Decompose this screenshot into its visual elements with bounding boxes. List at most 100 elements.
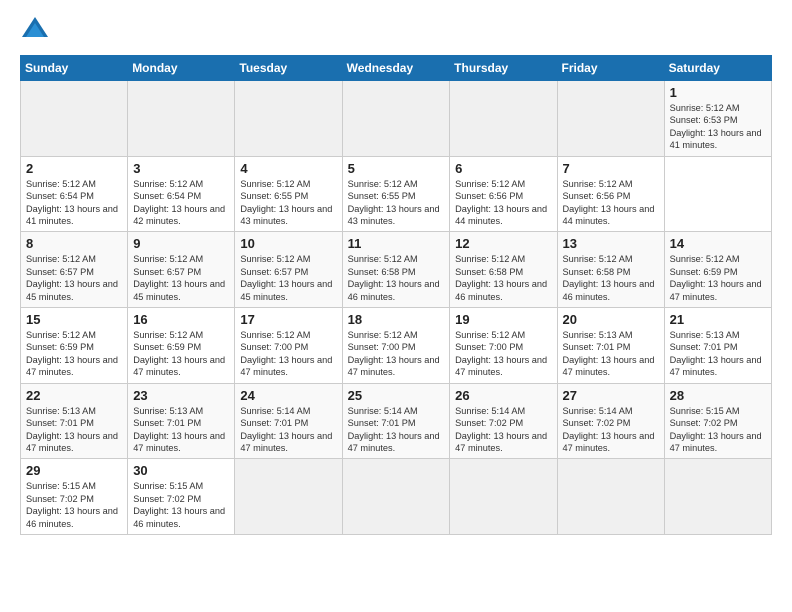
day-header-sunday: Sunday	[21, 56, 128, 81]
day-header-thursday: Thursday	[450, 56, 557, 81]
calendar-cell	[235, 459, 342, 535]
calendar-cell: 11 Sunrise: 5:12 AMSunset: 6:58 PMDayligh…	[342, 232, 450, 308]
calendar-cell: 29 Sunrise: 5:15 AMSunset: 7:02 PMDayligh…	[21, 459, 128, 535]
day-number: 2	[26, 161, 122, 176]
day-info: Sunrise: 5:15 AMSunset: 7:02 PMDaylight:…	[26, 480, 122, 530]
calendar-page: SundayMondayTuesdayWednesdayThursdayFrid…	[0, 0, 792, 612]
day-number: 8	[26, 236, 122, 251]
day-info: Sunrise: 5:13 AMSunset: 7:01 PMDaylight:…	[563, 329, 659, 379]
calendar-cell: 5Sunrise: 5:12 AMSunset: 6:55 PMDaylight…	[342, 156, 450, 232]
day-number: 11	[348, 236, 445, 251]
day-info: Sunrise: 5:12 AMSunset: 6:57 PMDaylight:…	[240, 253, 336, 303]
calendar-week-row: 29 Sunrise: 5:15 AMSunset: 7:02 PMDayligh…	[21, 459, 772, 535]
day-number: 29	[26, 463, 122, 478]
day-number: 5	[348, 161, 445, 176]
empty-cell	[21, 81, 128, 157]
calendar-cell: 6Sunrise: 5:12 AMSunset: 6:56 PMDaylight…	[450, 156, 557, 232]
day-info: Sunrise: 5:13 AMSunset: 7:01 PMDaylight:…	[670, 329, 766, 379]
calendar-cell	[450, 459, 557, 535]
day-info: Sunrise: 5:12 AMSunset: 6:58 PMDaylight:…	[455, 253, 551, 303]
day-number: 7	[563, 161, 659, 176]
empty-cell	[235, 81, 342, 157]
calendar-cell: 13 Sunrise: 5:12 AMSunset: 6:58 PMDayligh…	[557, 232, 664, 308]
calendar-cell: 25 Sunrise: 5:14 AMSunset: 7:01 PMDayligh…	[342, 383, 450, 459]
calendar-cell	[664, 459, 771, 535]
day-info: Sunrise: 5:12 AMSunset: 6:54 PMDaylight:…	[26, 178, 122, 228]
day-header-monday: Monday	[128, 56, 235, 81]
day-info: Sunrise: 5:12 AMSunset: 6:59 PMDaylight:…	[670, 253, 766, 303]
day-number: 24	[240, 388, 336, 403]
empty-cell	[342, 81, 450, 157]
day-number: 14	[670, 236, 766, 251]
calendar-week-row: 22Sunrise: 5:13 AMSunset: 7:01 PMDayligh…	[21, 383, 772, 459]
day-number: 19	[455, 312, 551, 327]
day-header-saturday: Saturday	[664, 56, 771, 81]
day-number: 12	[455, 236, 551, 251]
day-info: Sunrise: 5:14 AMSunset: 7:02 PMDaylight:…	[455, 405, 551, 455]
empty-cell	[450, 81, 557, 157]
day-info: Sunrise: 5:12 AMSunset: 6:56 PMDaylight:…	[455, 178, 551, 228]
day-info: Sunrise: 5:12 AMSunset: 6:58 PMDaylight:…	[563, 253, 659, 303]
calendar-cell: 9Sunrise: 5:12 AMSunset: 6:57 PMDaylight…	[128, 232, 235, 308]
day-number: 27	[563, 388, 659, 403]
day-number: 10	[240, 236, 336, 251]
day-number: 30	[133, 463, 229, 478]
day-info: Sunrise: 5:12 AMSunset: 6:55 PMDaylight:…	[240, 178, 336, 228]
logo	[20, 15, 54, 45]
calendar-week-row: 15 Sunrise: 5:12 AMSunset: 6:59 PMDayligh…	[21, 308, 772, 384]
calendar-cell: 27 Sunrise: 5:14 AMSunset: 7:02 PMDayligh…	[557, 383, 664, 459]
day-info: Sunrise: 5:12 AMSunset: 7:00 PMDaylight:…	[348, 329, 445, 379]
day-number: 13	[563, 236, 659, 251]
calendar-table: SundayMondayTuesdayWednesdayThursdayFrid…	[20, 55, 772, 535]
calendar-week-row: 1 Sunrise: 5:12 AMSunset: 6:53 PMDaylight…	[21, 81, 772, 157]
day-header-wednesday: Wednesday	[342, 56, 450, 81]
calendar-cell: 20 Sunrise: 5:13 AMSunset: 7:01 PMDayligh…	[557, 308, 664, 384]
calendar-cell: 12 Sunrise: 5:12 AMSunset: 6:58 PMDayligh…	[450, 232, 557, 308]
day-info: Sunrise: 5:14 AMSunset: 7:02 PMDaylight:…	[563, 405, 659, 455]
calendar-cell: 21Sunrise: 5:13 AMSunset: 7:01 PMDayligh…	[664, 308, 771, 384]
day-info: Sunrise: 5:12 AMSunset: 6:59 PMDaylight:…	[26, 329, 122, 379]
day-info: Sunrise: 5:12 AMSunset: 6:57 PMDaylight:…	[26, 253, 122, 303]
calendar-cell: 18 Sunrise: 5:12 AMSunset: 7:00 PMDayligh…	[342, 308, 450, 384]
day-info: Sunrise: 5:12 AMSunset: 6:58 PMDaylight:…	[348, 253, 445, 303]
calendar-cell: 26Sunrise: 5:14 AMSunset: 7:02 PMDayligh…	[450, 383, 557, 459]
day-number: 25	[348, 388, 445, 403]
day-number: 1	[670, 85, 766, 100]
calendar-cell: 30 Sunrise: 5:15 AMSunset: 7:02 PMDayligh…	[128, 459, 235, 535]
day-number: 20	[563, 312, 659, 327]
calendar-cell: 1 Sunrise: 5:12 AMSunset: 6:53 PMDaylight…	[664, 81, 771, 157]
day-info: Sunrise: 5:12 AMSunset: 7:00 PMDaylight:…	[455, 329, 551, 379]
day-info: Sunrise: 5:12 AMSunset: 7:00 PMDaylight:…	[240, 329, 336, 379]
day-number: 15	[26, 312, 122, 327]
day-info: Sunrise: 5:13 AMSunset: 7:01 PMDaylight:…	[26, 405, 122, 455]
header	[20, 15, 772, 45]
calendar-cell	[557, 459, 664, 535]
day-info: Sunrise: 5:12 AMSunset: 6:54 PMDaylight:…	[133, 178, 229, 228]
calendar-cell: 19 Sunrise: 5:12 AMSunset: 7:00 PMDayligh…	[450, 308, 557, 384]
day-header-friday: Friday	[557, 56, 664, 81]
day-number: 23	[133, 388, 229, 403]
calendar-header-row: SundayMondayTuesdayWednesdayThursdayFrid…	[21, 56, 772, 81]
empty-cell	[557, 81, 664, 157]
day-number: 9	[133, 236, 229, 251]
calendar-cell: 16 Sunrise: 5:12 AMSunset: 6:59 PMDayligh…	[128, 308, 235, 384]
day-header-tuesday: Tuesday	[235, 56, 342, 81]
day-number: 16	[133, 312, 229, 327]
day-number: 4	[240, 161, 336, 176]
calendar-cell: 4 Sunrise: 5:12 AMSunset: 6:55 PMDaylight…	[235, 156, 342, 232]
calendar-cell: 22Sunrise: 5:13 AMSunset: 7:01 PMDayligh…	[21, 383, 128, 459]
day-number: 3	[133, 161, 229, 176]
calendar-cell: 24 Sunrise: 5:14 AMSunset: 7:01 PMDayligh…	[235, 383, 342, 459]
calendar-cell: 14 Sunrise: 5:12 AMSunset: 6:59 PMDayligh…	[664, 232, 771, 308]
day-info: Sunrise: 5:14 AMSunset: 7:01 PMDaylight:…	[240, 405, 336, 455]
day-info: Sunrise: 5:12 AMSunset: 6:53 PMDaylight:…	[670, 102, 766, 152]
day-info: Sunrise: 5:12 AMSunset: 6:59 PMDaylight:…	[133, 329, 229, 379]
calendar-cell: 7Sunrise: 5:12 AMSunset: 6:56 PMDaylight…	[557, 156, 664, 232]
day-info: Sunrise: 5:14 AMSunset: 7:01 PMDaylight:…	[348, 405, 445, 455]
day-number: 18	[348, 312, 445, 327]
calendar-cell: 10 Sunrise: 5:12 AMSunset: 6:57 PMDayligh…	[235, 232, 342, 308]
calendar-cell: 23Sunrise: 5:13 AMSunset: 7:01 PMDayligh…	[128, 383, 235, 459]
day-info: Sunrise: 5:15 AMSunset: 7:02 PMDaylight:…	[133, 480, 229, 530]
calendar-cell: 15 Sunrise: 5:12 AMSunset: 6:59 PMDayligh…	[21, 308, 128, 384]
day-number: 28	[670, 388, 766, 403]
